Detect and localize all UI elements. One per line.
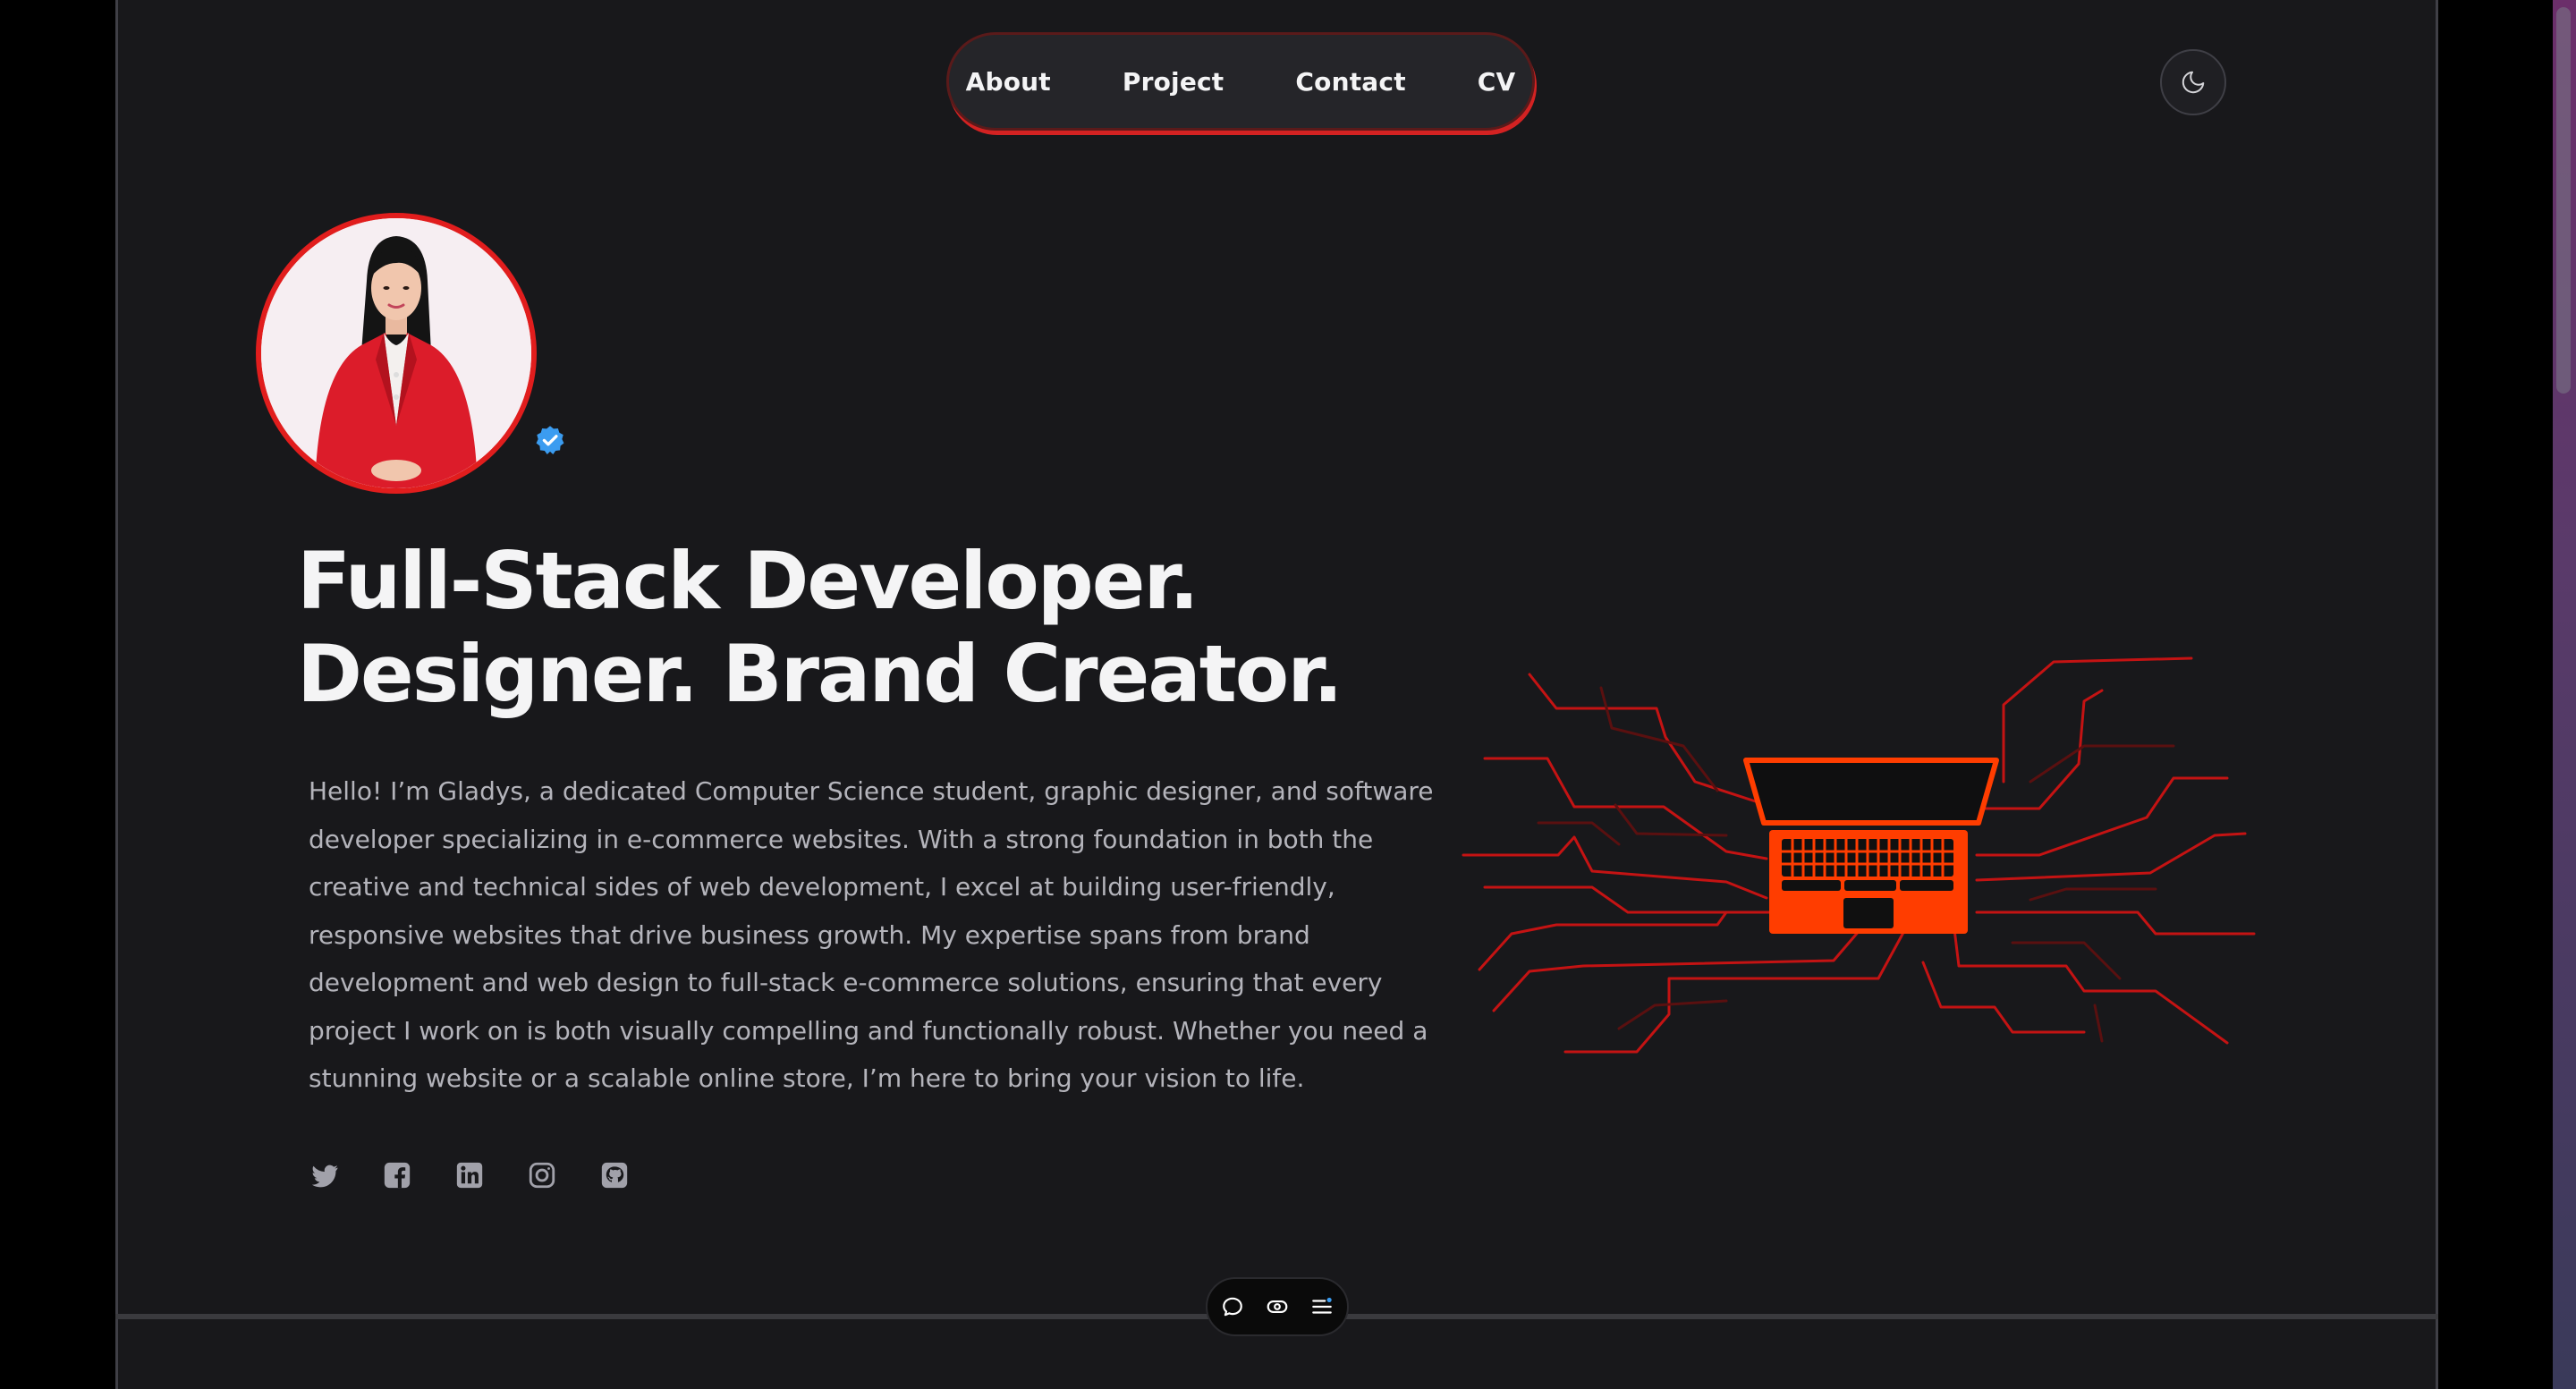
twitter-link[interactable] (309, 1159, 341, 1191)
hero-headline: Full-Stack Developer. Designer. Brand Cr… (297, 535, 1460, 721)
profile-photo (261, 218, 531, 488)
eye-icon (1267, 1300, 1288, 1314)
linkedin-icon (456, 1162, 483, 1189)
preview-button[interactable] (1265, 1294, 1290, 1319)
scrollbar-thumb-handle[interactable] (2556, 7, 2571, 394)
instagram-link[interactable] (526, 1159, 558, 1191)
headline-line-2: Designer. Brand Creator. (297, 628, 1343, 720)
linkedin-link[interactable] (453, 1159, 486, 1191)
facebook-icon (384, 1162, 411, 1189)
page-viewport: About Project Contact CV Full-Stack Deve… (0, 0, 2576, 1389)
social-links (309, 1159, 631, 1193)
laptop-circuit-illustration (1462, 656, 2256, 1054)
nav-link-cv[interactable]: CV (1442, 67, 1552, 97)
twitter-icon (311, 1165, 338, 1188)
headline-line-1: Full-Stack Developer. (297, 535, 1199, 627)
theme-toggle-button[interactable] (2160, 49, 2226, 115)
nav-link-about[interactable]: About (930, 67, 1087, 97)
floating-toolbar (1206, 1277, 1349, 1336)
github-icon (601, 1162, 628, 1189)
facebook-link[interactable] (381, 1159, 413, 1191)
moon-icon (2182, 71, 2205, 94)
menu-list-icon (1312, 1297, 1332, 1314)
nav-link-project[interactable]: Project (1087, 67, 1260, 97)
menu-button[interactable] (1309, 1294, 1335, 1319)
verified-badge-icon (536, 426, 564, 455)
chat-bubble-icon (1223, 1297, 1242, 1317)
github-link[interactable] (598, 1159, 631, 1191)
chat-button[interactable] (1220, 1294, 1245, 1319)
main-nav: About Project Contact CV (946, 32, 1535, 131)
nav-link-contact[interactable]: Contact (1259, 67, 1441, 97)
avatar (256, 213, 537, 494)
hero-bio: Hello! I’m Gladys, a dedicated Computer … (309, 776, 1434, 1093)
instagram-icon (529, 1162, 555, 1189)
laptop-icon (1743, 758, 1999, 934)
